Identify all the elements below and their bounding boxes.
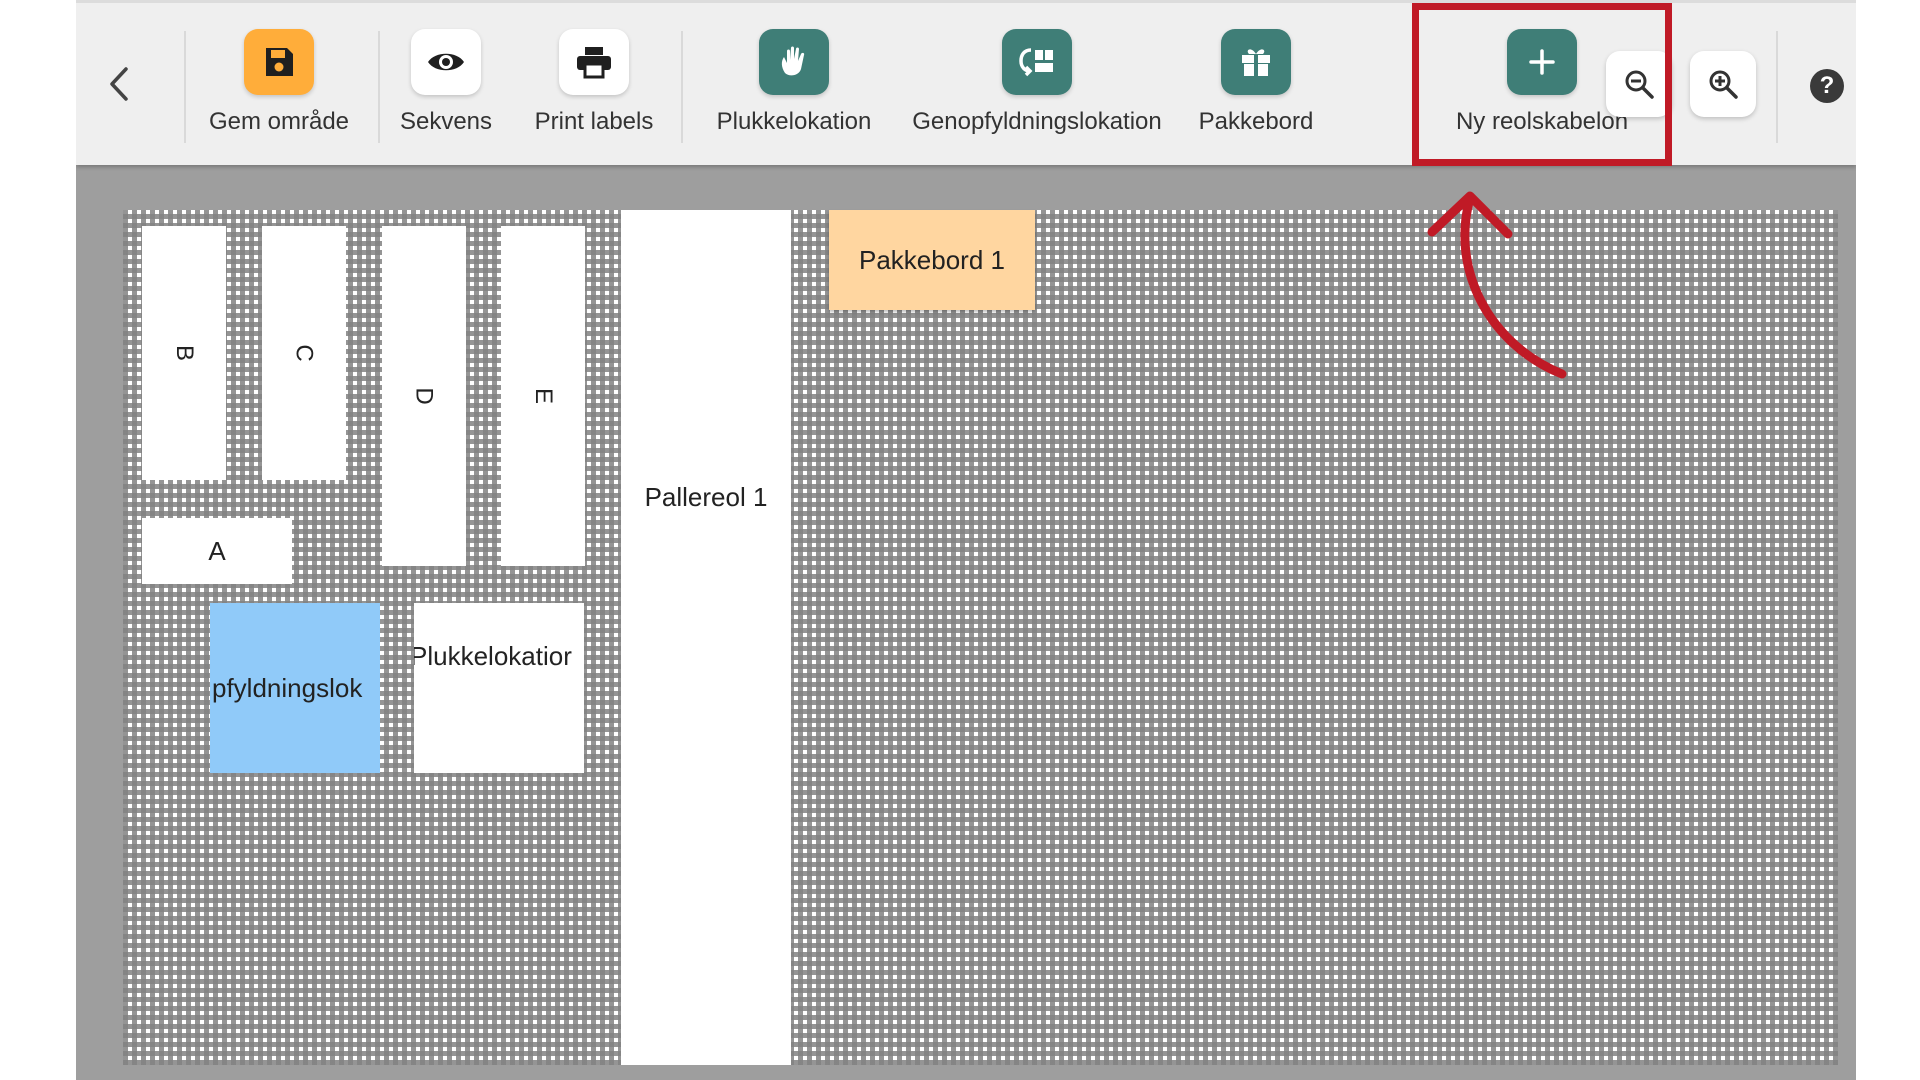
toolbar-divider — [681, 31, 683, 143]
save-icon-tile — [244, 29, 314, 95]
sequence-icon-tile — [411, 29, 481, 95]
pallet-rack[interactable]: Pallereol 1 — [621, 210, 791, 1065]
pallet-rack-label: Pallereol 1 — [644, 482, 768, 512]
gift-box-icon — [1242, 49, 1270, 76]
eye-icon — [428, 53, 464, 71]
toolbar-divider — [184, 31, 186, 143]
pick-location-icon-tile — [759, 29, 829, 95]
pick-location-label: Plukkelokation — [716, 108, 872, 135]
replenish-location-text: pfyldningslok — [212, 672, 363, 703]
save-area-button[interactable]: Gem område — [202, 29, 356, 136]
printer-icon — [577, 47, 611, 79]
shelf-d[interactable]: D — [382, 226, 466, 566]
shelf-e[interactable]: E — [501, 226, 585, 566]
shelf-c-label: C — [291, 344, 318, 362]
replenish-location-icon-tile — [1002, 29, 1072, 95]
packing-table-box[interactable]: Pakkebord 1 — [829, 210, 1035, 310]
pick-location-box[interactable]: Plukkelokatior — [414, 603, 584, 773]
shelf-b[interactable]: B — [142, 226, 226, 480]
back-button[interactable] — [100, 59, 140, 109]
replenish-location-box[interactable]: pfyldningslok — [210, 603, 380, 773]
sequence-button[interactable]: Sekvens — [394, 29, 498, 136]
toolbar-divider — [1776, 31, 1778, 143]
toolbar-divider — [378, 31, 380, 143]
zoom-in-button[interactable] — [1690, 51, 1756, 117]
refill-icon — [1019, 48, 1053, 77]
shelf-a-label: A — [208, 535, 226, 566]
shelf-c[interactable]: C — [262, 226, 346, 480]
save-area-label: Gem område — [208, 108, 350, 135]
layout-canvas[interactable]: B C D E A pfyldningslok Plukkelokatior P… — [123, 210, 1838, 1065]
packing-table-text: Pakkebord 1 — [859, 244, 1005, 275]
packing-table-icon-tile — [1221, 29, 1291, 95]
highlight-box — [1412, 3, 1672, 166]
replenish-location-label: Genopfyldningslokation — [912, 108, 1162, 135]
shelf-d-label: D — [411, 387, 438, 405]
pick-location-text: Plukkelokatior — [414, 641, 572, 671]
print-labels-button[interactable]: Print labels — [526, 29, 662, 136]
chevron-left-icon — [110, 67, 128, 101]
pick-location-button[interactable]: Plukkelokation — [708, 29, 880, 136]
print-icon-tile — [559, 29, 629, 95]
floppy-disk-icon — [266, 48, 293, 76]
packing-table-button[interactable]: Pakkebord — [1188, 29, 1324, 136]
zoom-in-icon — [1709, 70, 1738, 99]
toolbar: Gem område Sekvens Print labels Plukkelo… — [76, 0, 1856, 166]
help-icon[interactable]: ? — [1810, 69, 1844, 103]
replenish-location-button[interactable]: Genopfyldningslokation — [896, 29, 1178, 136]
packing-table-label: Pakkebord — [1198, 108, 1314, 135]
print-labels-label: Print labels — [534, 108, 654, 135]
sequence-label: Sekvens — [399, 108, 493, 135]
layout-editor: Gem område Sekvens Print labels Plukkelo… — [76, 0, 1856, 1080]
shelf-a[interactable]: A — [142, 518, 292, 584]
shelf-b-label: B — [170, 344, 198, 362]
hand-icon — [781, 46, 805, 76]
shelf-e-label: E — [529, 387, 557, 405]
